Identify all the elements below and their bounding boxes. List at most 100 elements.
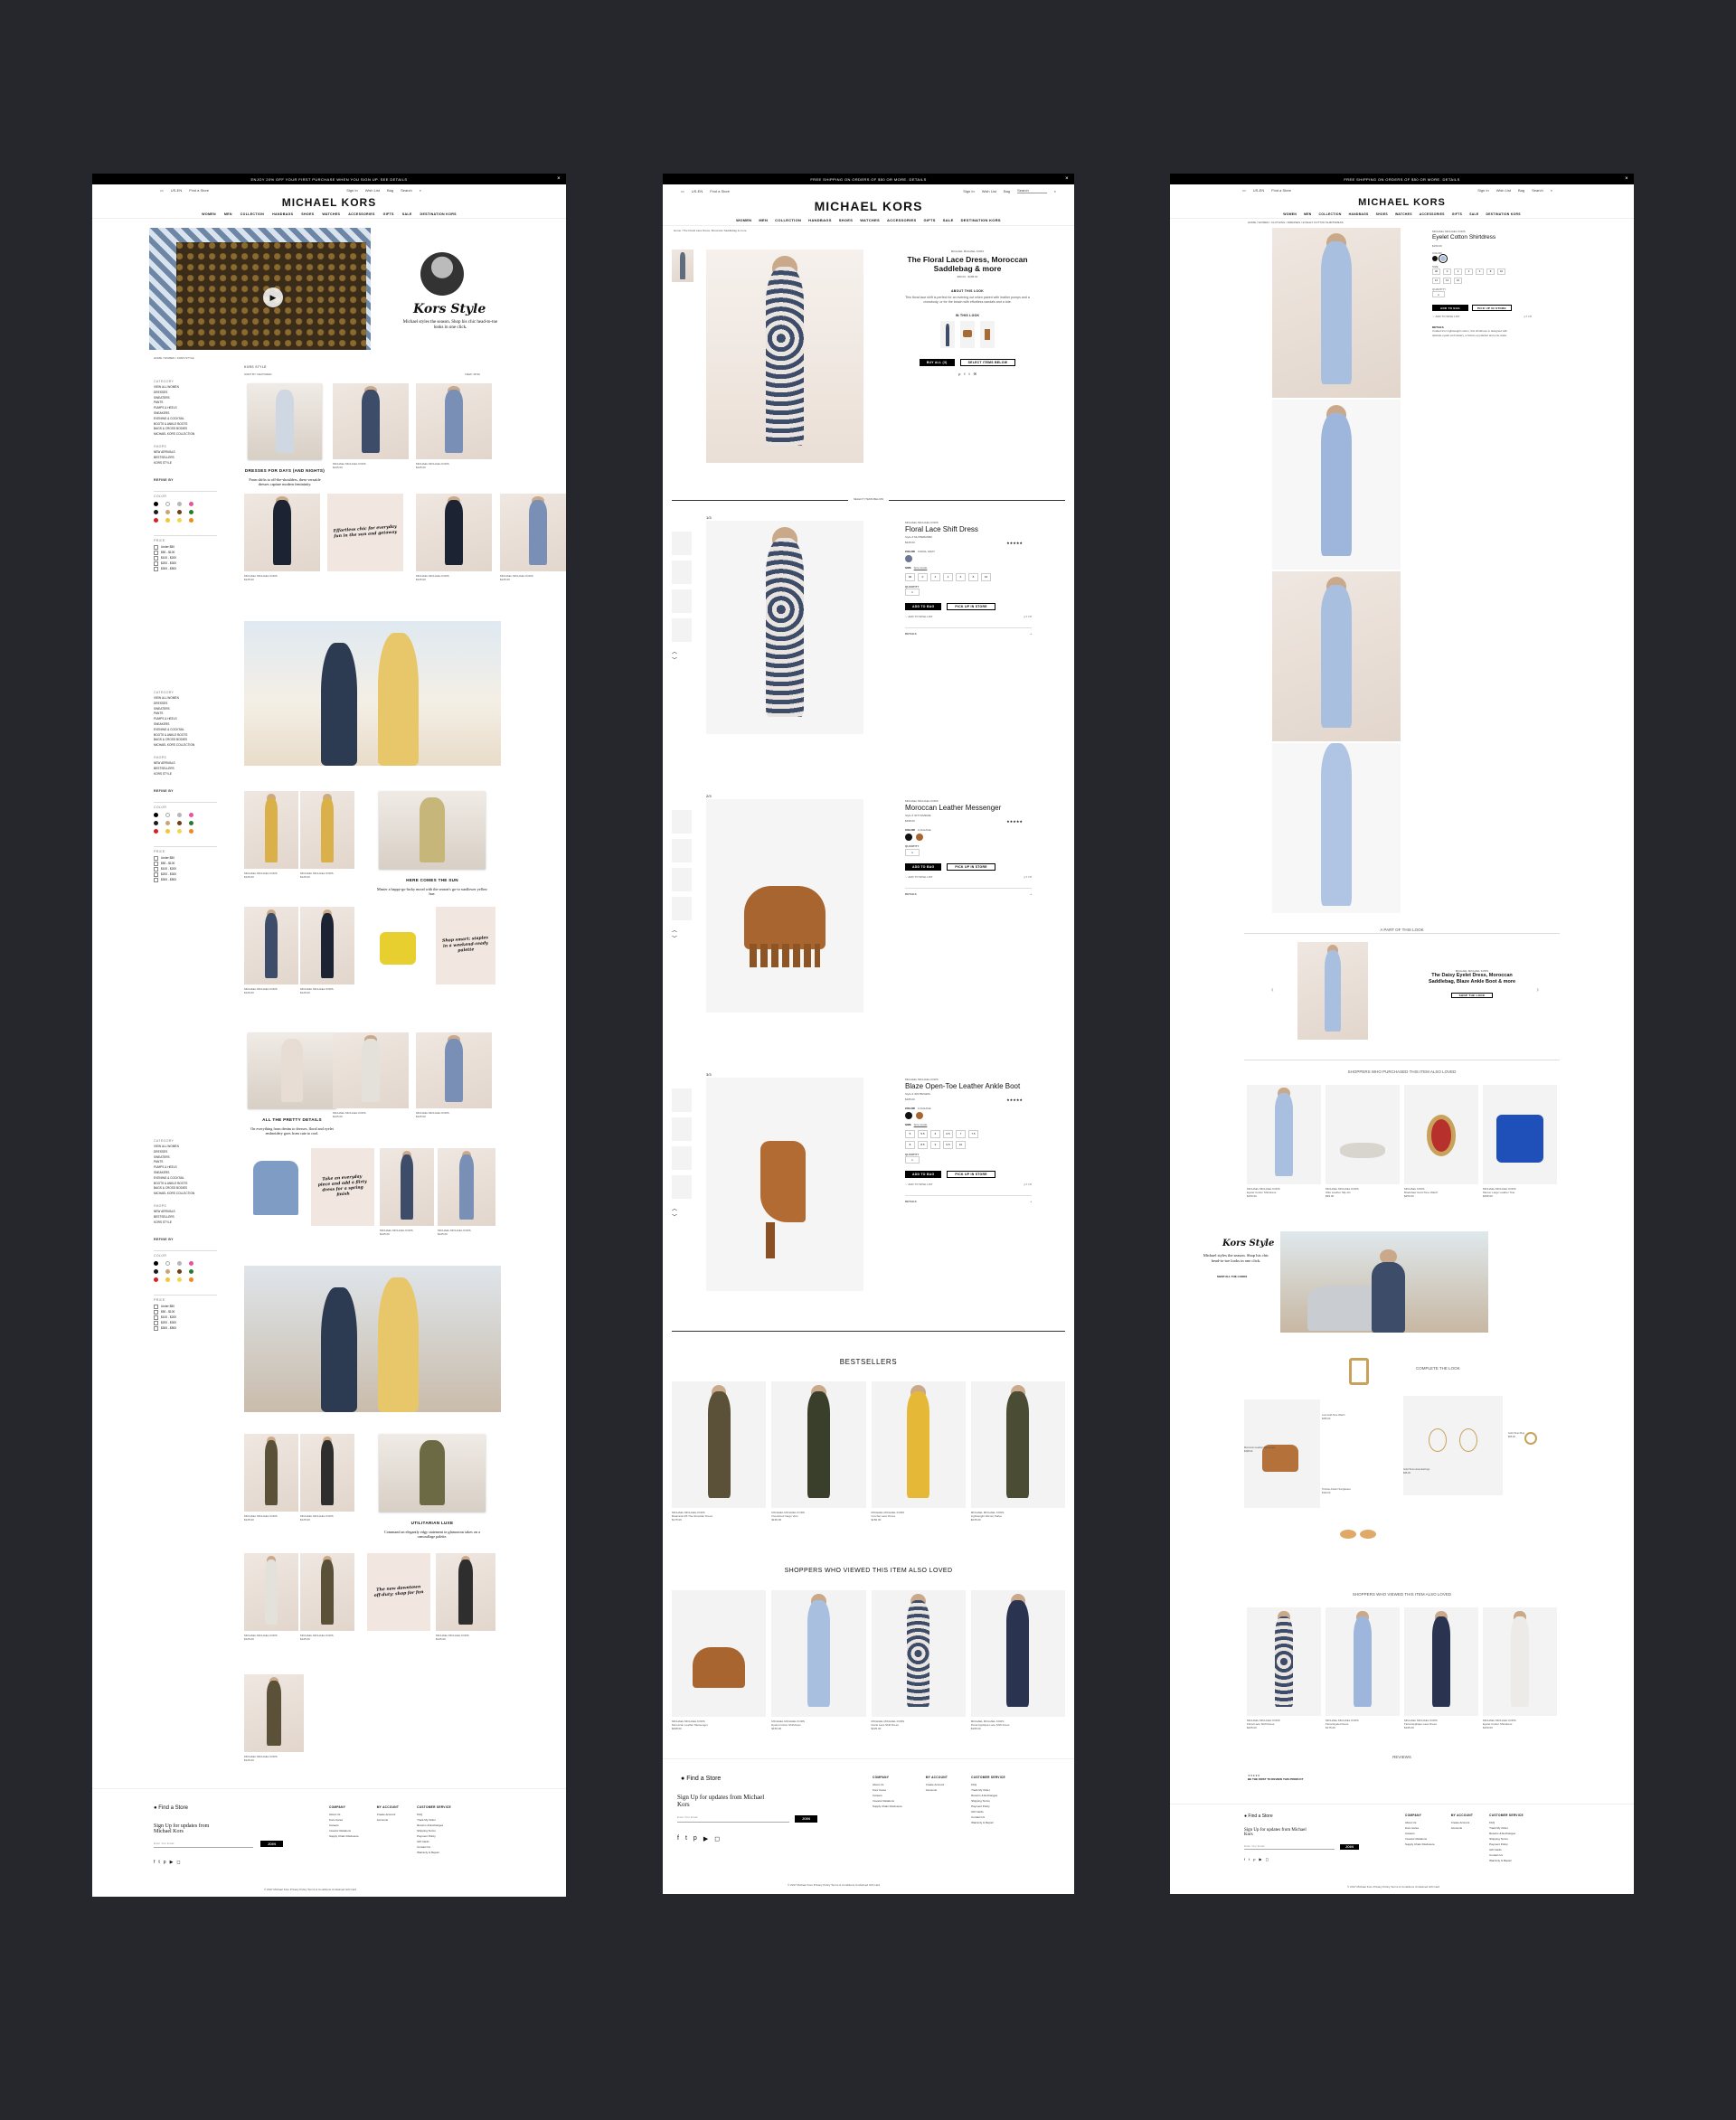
email-field[interactable]: Enter Your Email [1244,1844,1335,1850]
search-input[interactable]: Search [1017,188,1047,193]
look-image[interactable] [1297,942,1368,1040]
size-option[interactable]: 5 [905,1129,915,1138]
story-title[interactable]: HERE COMES THE SUN [375,878,489,882]
footer-link[interactable]: Supply Chain Disclosure [873,1804,902,1809]
shop-link[interactable]: KORS STYLE [154,772,217,777]
nav-item-handbags[interactable]: HANDBAGS [808,218,832,222]
nav-item-destination-kors[interactable]: DESTINATION KORS [961,218,1001,222]
size-option[interactable]: 00 [1432,268,1440,275]
twitter-icon[interactable]: t [968,372,969,376]
color-swatch[interactable] [1439,253,1448,263]
product-image[interactable] [1404,1607,1478,1716]
wish-list-button[interactable]: ♡ ADD TO WISH LIST [1432,315,1459,318]
pickup-button[interactable]: PICK UP IN STORE [947,1170,995,1178]
brand-logo[interactable]: MICHAEL KORS [1170,195,1634,210]
product-image[interactable] [244,1434,298,1512]
search-icon[interactable]: ⌕ [1551,188,1552,193]
product-image[interactable] [380,1148,434,1226]
story-image[interactable] [379,1434,486,1512]
product-tile[interactable]: MICHAEL MICHAEL KORS $125.00 [244,1553,298,1641]
complete-item-ring[interactable] [1508,1412,1557,1470]
category-link[interactable]: MICHAEL KORS COLLECTION [154,432,217,438]
product-image[interactable] [244,1148,307,1226]
shop-all-looks-link[interactable]: SHOP ALL THE LOOKS [1217,1275,1247,1278]
look-item-boot[interactable] [980,321,995,349]
shop-look-button[interactable]: SHOP THE LOOK [1450,993,1494,999]
product-card[interactable]: MICHAEL MICHAEL KORS Eyelet Cotton Shirtd… [1483,1607,1557,1730]
nav-item-accessories[interactable]: ACCESSORIES [1420,212,1445,216]
color-swatch[interactable] [165,1269,170,1275]
find-store-link[interactable]: ● Find a Store [154,1805,188,1811]
facebook-icon[interactable]: f [964,372,965,376]
instagram-icon[interactable]: ◻ [1266,1857,1269,1861]
image-thumb[interactable] [672,810,692,834]
email-icon[interactable]: ✉ [974,372,976,376]
nav-item-watches[interactable]: WATCHES [1395,212,1412,216]
nav-item-men[interactable]: MEN [1304,212,1311,216]
view-select[interactable]: VIEW: 48 96 [465,372,480,376]
add-to-bag-button[interactable]: ADD TO BAG [905,1170,942,1178]
product-card[interactable]: MICHAEL MICHAEL KORS Eyelet Cotton Shirtd… [771,1590,866,1731]
color-swatch[interactable] [189,518,193,523]
image-thumb[interactable] [672,1088,692,1112]
image-thumb[interactable] [672,868,692,891]
product-image[interactable] [672,1381,767,1508]
product-card[interactable]: MICHAEL MICHAEL KORS Lightweight Woven Pa… [970,1381,1065,1522]
story-image[interactable] [248,383,322,459]
product-tile[interactable]: MICHAEL MICHAEL KORS $125.00 [380,1148,434,1236]
nav-item-men[interactable]: MEN [759,218,768,222]
color-swatch[interactable] [177,821,182,826]
product-image[interactable] [706,1078,863,1291]
editorial-banner[interactable] [244,621,501,766]
bag-link[interactable]: Bag [387,188,393,193]
nav-item-collection[interactable]: COLLECTION [241,212,264,216]
product-image[interactable] [300,1553,354,1631]
color-swatch[interactable] [154,829,158,834]
product-image[interactable] [771,1381,866,1508]
product-card[interactable]: MICHAEL MICHAEL KORS Floral Appliqué Lace… [970,1590,1065,1731]
nav-item-watches[interactable]: WATCHES [860,218,880,222]
promo-text[interactable]: FREE SHIPPING ON ORDERS OF $50 OR MORE. … [1344,177,1459,182]
product-image[interactable] [1247,1085,1321,1184]
nav-item-accessories[interactable]: ACCESSORIES [348,212,374,216]
size-option[interactable]: 6.5 [943,1129,953,1138]
price-filter-heading[interactable]: PRICE [154,1295,217,1302]
image-thumb[interactable] [672,1146,692,1170]
nav-item-sale[interactable]: SALE [943,218,954,222]
product-image[interactable] [970,1381,1065,1508]
product-tile[interactable]: MICHAEL MICHAEL KORS $125.00 [436,1553,495,1641]
product-image[interactable] [300,907,354,985]
image-thumb[interactable] [672,532,692,555]
sign-in-link[interactable]: Sign In [1477,188,1488,193]
price-checkbox[interactable]: $300 - $500 [154,1325,217,1331]
nav-item-shoes[interactable]: SHOES [1376,212,1388,216]
price-checkbox[interactable]: $300 - $500 [154,877,217,882]
product-card[interactable]: MICHAEL MICHAEL KORS Eyelet Cotton Shirtd… [1247,1085,1321,1199]
close-icon[interactable]: × [557,176,561,182]
story-image[interactable] [248,1032,336,1108]
nav-item-watches[interactable]: WATCHES [322,212,340,216]
nav-item-women[interactable]: WOMEN [1283,212,1297,216]
wish-list-link[interactable]: Wish List [365,188,380,193]
chevron-down-icon[interactable]: ﹀ [672,1212,692,1220]
country-selector[interactable]: US-EN [171,188,182,193]
footer-link[interactable]: Accounts [377,1817,399,1823]
color-swatch[interactable] [165,518,170,523]
product-image[interactable] [367,907,430,985]
color-swatch[interactable] [177,1269,182,1275]
product-card[interactable]: MICHAEL MICHAEL KORS Floral Appliqué Lace… [1404,1607,1478,1730]
close-icon[interactable]: × [1065,176,1069,182]
product-card[interactable]: MICHAEL MICHAEL KORS Moroccan Leather Mes… [672,1590,767,1731]
chevron-down-icon[interactable]: ﹀ [672,655,692,664]
product-image[interactable] [1326,1085,1400,1184]
color-swatch[interactable] [154,821,158,826]
nav-item-handbags[interactable]: HANDBAGS [272,212,293,216]
nav-item-gifts[interactable]: GIFTS [1452,212,1462,216]
wish-list-button[interactable]: ♡ ADD TO WISH LIST [905,615,932,618]
product-image[interactable] [970,1590,1065,1717]
nav-item-sale[interactable]: SALE [402,212,412,216]
join-button[interactable]: JOIN [1340,1844,1360,1850]
email-field[interactable]: Enter Your Email [677,1815,789,1823]
complete-item-watch[interactable] [1322,1340,1396,1412]
story-title[interactable]: UTILITARIAN LUXE [375,1521,489,1525]
